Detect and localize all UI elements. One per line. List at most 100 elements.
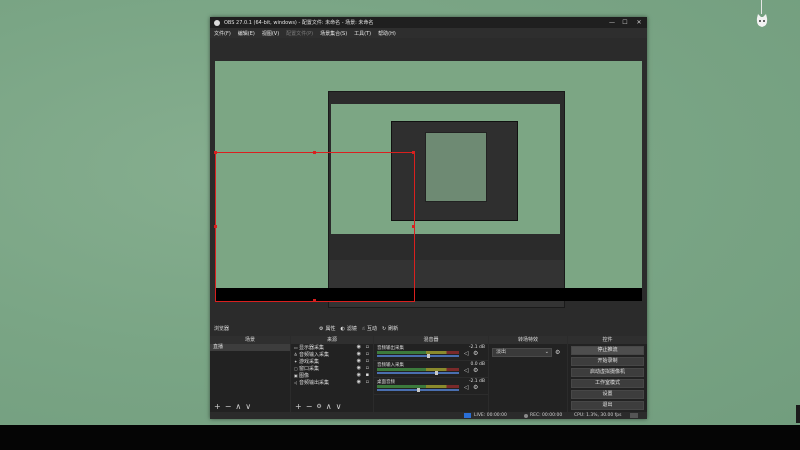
move-source-up-button[interactable]: ∧	[326, 403, 332, 411]
start-recording-button[interactable]: 开始录制	[571, 357, 644, 366]
gear-icon[interactable]: ⚙	[473, 350, 478, 357]
volume-slider[interactable]	[377, 372, 459, 374]
filters-button[interactable]: ◐ 滤镜	[341, 325, 357, 333]
move-source-down-button[interactable]: ∨	[336, 403, 342, 411]
gear-icon[interactable]: ⚙	[555, 349, 560, 356]
remove-scene-button[interactable]: −	[225, 403, 232, 411]
gear-icon[interactable]: ⚙	[473, 384, 478, 391]
preview-area[interactable]	[210, 39, 647, 322]
start-virtual-camera-button[interactable]: 启动虚拟摄像机	[571, 368, 644, 377]
minimize-button[interactable]: —	[605, 17, 619, 28]
menu-scene-collection[interactable]: 场景集合(S)	[320, 30, 347, 37]
mixer-channel: 桌面音频 -2.1 dB ◁ ⚙	[374, 378, 488, 395]
refresh-icon: ↻	[381, 325, 387, 332]
chevron-down-icon: ⌄	[544, 349, 549, 355]
resize-handle-tr[interactable]	[412, 151, 415, 154]
transitions-dock: 转场特效 淡出 ⌄ ⚙	[489, 336, 567, 412]
eye-icon[interactable]: ◉	[357, 344, 361, 351]
sources-dock: 来源 ▭显示器采集 ◉ ▫ ♁ 音频输入采集 ◉ ▫ ✦ 游戏采集 ◉ ▫ ▢窗口采集 ◉ ▫ ▣图…	[291, 336, 373, 412]
refresh-button[interactable]: ↻ 刷新	[381, 325, 398, 333]
lock-icon[interactable]: ▫	[366, 379, 369, 386]
screen-edge-widget	[796, 405, 800, 423]
settings-button[interactable]: 设置	[571, 390, 644, 399]
stop-streaming-button[interactable]: 停止推流	[571, 346, 644, 355]
menu-view[interactable]: 视图(V)	[262, 30, 279, 37]
selected-source-bounds[interactable]	[215, 152, 415, 302]
volume-meter	[377, 368, 459, 371]
source-item[interactable]: ♁ 音频输入采集 ◉ ▫	[291, 351, 373, 358]
resize-handle-l[interactable]	[214, 225, 217, 228]
studio-mode-button[interactable]: 工作室模式	[571, 379, 644, 388]
volume-slider-knob[interactable]	[417, 388, 420, 392]
move-scene-up-button[interactable]: ∧	[235, 403, 241, 411]
lock-icon[interactable]: ▫	[366, 351, 369, 358]
status-health-icon	[630, 413, 638, 418]
menu-bar: 文件(F) 编辑(E) 视图(V) 配置文件(P) 场景集合(S) 工具(T) …	[210, 28, 647, 38]
source-properties-button[interactable]: ⚙	[316, 403, 321, 411]
transition-select[interactable]: 淡出 ⌄	[492, 348, 552, 357]
title-bar: OBS 27.0.1 (64-bit, windows) - 配置文件: 未命名…	[210, 17, 647, 28]
menu-file[interactable]: 文件(F)	[214, 30, 231, 37]
lock-icon[interactable]: ▫	[366, 344, 369, 351]
maximize-button[interactable]: ☐	[618, 17, 632, 28]
menu-profile[interactable]: 配置文件(P)	[286, 30, 313, 37]
mixer-dock: 混音器 音频输出采集 -2.1 dB ◁ ⚙ 音频输入采集 0.0 dB ◁ ⚙…	[374, 336, 488, 412]
menu-tools[interactable]: 工具(T)	[354, 30, 371, 37]
hanging-string	[761, 0, 762, 14]
speaker-icon[interactable]: ◁	[464, 367, 469, 374]
resize-handle-tl[interactable]	[214, 151, 217, 154]
speaker-icon[interactable]: ◁	[464, 384, 469, 391]
source-item[interactable]: ◁ 音频输出采集 ◉ ▫	[291, 379, 373, 386]
source-item[interactable]: ▢窗口采集 ◉ ▫	[291, 365, 373, 372]
rec-time: REC: 00:00:00	[530, 413, 563, 418]
mixer-channel: 音频输出采集 -2.1 dB ◁ ⚙	[374, 344, 488, 361]
resize-handle-t[interactable]	[313, 151, 316, 154]
eye-icon[interactable]: ◉	[357, 358, 361, 365]
volume-slider[interactable]	[377, 355, 459, 357]
selected-source-label: 浏览器	[214, 326, 230, 332]
properties-button[interactable]: ⚙ 属性	[319, 325, 336, 333]
volume-slider-knob[interactable]	[427, 354, 431, 358]
menu-help[interactable]: 帮助(H)	[378, 30, 396, 37]
preview-canvas[interactable]	[214, 61, 642, 308]
lock-icon[interactable]: ▫	[366, 365, 369, 372]
eye-icon[interactable]: ◉	[357, 379, 361, 386]
eye-icon[interactable]: ◉	[357, 351, 361, 358]
source-toolbar: 浏览器 ⚙ 属性 ◐ 滤镜 ☝ 互动 ↻ 刷新	[210, 322, 647, 335]
lock-icon[interactable]: ▫	[366, 358, 369, 365]
exit-button[interactable]: 退出	[571, 401, 644, 410]
interact-button[interactable]: ☝ 互动	[362, 325, 377, 333]
live-time: LIVE: 00:00:00	[474, 413, 507, 418]
lock-icon[interactable]: ▪	[366, 372, 369, 379]
transitions-header: 转场特效	[489, 336, 567, 344]
close-button[interactable]: ✕	[632, 17, 646, 28]
mixer-channel: 音频输入采集 0.0 dB ◁ ⚙	[374, 361, 488, 378]
cat-pendant-icon[interactable]	[754, 13, 770, 29]
add-source-button[interactable]: +	[295, 403, 302, 411]
eye-icon[interactable]: ◉	[357, 365, 361, 372]
move-scene-down-button[interactable]: ∨	[245, 403, 251, 411]
speaker-icon[interactable]: ◁	[464, 350, 469, 357]
volume-slider-knob[interactable]	[434, 371, 438, 375]
source-item[interactable]: ✦ 游戏采集 ◉ ▫	[291, 358, 373, 365]
scenes-footer: + − ∧ ∨	[210, 402, 290, 412]
source-item[interactable]: ▭显示器采集 ◉ ▫	[291, 344, 373, 351]
obs-logo-icon	[214, 19, 220, 26]
remove-source-button[interactable]: −	[306, 403, 313, 411]
controls-dock: 控件 停止推流 开始录制 启动虚拟摄像机 工作室模式 设置 退出	[568, 336, 647, 412]
add-scene-button[interactable]: +	[214, 403, 221, 411]
sources-footer: + − ⚙ ∧ ∨	[291, 402, 373, 412]
obs-window: OBS 27.0.1 (64-bit, windows) - 配置文件: 未命名…	[210, 17, 647, 419]
gear-icon[interactable]: ⚙	[473, 367, 478, 374]
taskbar	[0, 425, 800, 450]
resize-handle-b[interactable]	[313, 299, 316, 302]
source-item[interactable]: ▣图像 ◉ ▪	[291, 372, 373, 379]
nested-capture-level-3	[425, 132, 487, 202]
status-bar: LIVE: 00:00:00 REC: 00:00:00 CPU: 1.3%, …	[210, 412, 647, 419]
controls-header: 控件	[568, 336, 647, 344]
eye-icon[interactable]: ◉	[357, 372, 361, 379]
resize-handle-r[interactable]	[412, 225, 415, 228]
window-title: OBS 27.0.1 (64-bit, windows) - 配置文件: 未命名…	[224, 20, 374, 26]
menu-edit[interactable]: 编辑(E)	[238, 30, 255, 37]
scene-item[interactable]: 直播	[210, 344, 290, 351]
